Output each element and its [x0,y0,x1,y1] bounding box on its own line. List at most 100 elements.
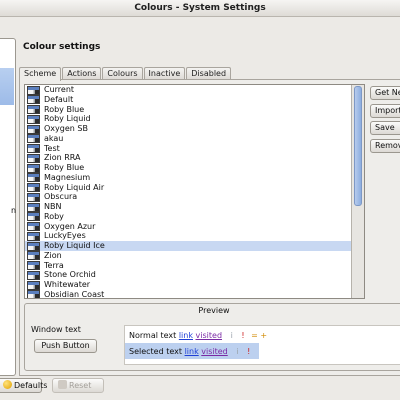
scheme-list-rows: Current Default Roby Blue Roby Liquid Oxygen… [25,85,352,299]
scheme-name: Whitewater [44,280,91,289]
scheme-list-item[interactable]: Roby [25,212,352,222]
scheme-preview-icon [27,251,40,261]
scheme-name: Stone Orchid [44,270,96,280]
scheme-name: Zion RRA [44,153,81,163]
scheme-name: Oxygen Azur [44,221,96,231]
scheme-name: NBN [44,202,62,211]
scheme-name: Obsidian Coast [44,289,105,299]
normal-text: Normal text [129,331,177,340]
scheme-list-item[interactable]: Test [25,144,352,154]
preview-title: Preview [198,306,230,315]
scheme-name: Roby Liquid [44,114,91,124]
reset-button[interactable]: Reset [52,378,104,393]
scheme-list-item[interactable]: Whitewater [25,280,352,290]
scheme-preview-icon [27,222,40,231]
tab-label: Inactive [148,69,181,78]
selected-inactive-mark: i [236,347,239,356]
scheme-preview-icon [27,290,40,298]
scheme-preview-icon [27,212,40,222]
scheme-list-item[interactable]: akau [25,134,352,144]
scheme-list-item[interactable]: Current [25,85,352,95]
sidebar-selected-item[interactable] [0,68,14,105]
scheme-name: Current [44,85,75,94]
sidebar-partial-label: n [11,206,17,215]
defaults-icon [3,380,12,389]
scheme-list-item[interactable]: Oxygen Azur [25,222,352,232]
tab-scheme[interactable]: Scheme [19,67,62,81]
scheme-preview-icon [27,163,40,173]
scheme-name: LuckyEyes [44,231,86,241]
scheme-preview-icon [27,134,40,144]
tab-label: Actions [67,69,97,78]
scheme-list-scrollbar[interactable] [351,85,364,298]
scheme-name: Obscura [44,192,78,202]
scheme-name: Roby Blue [44,163,85,172]
scheme-list-item[interactable]: Oxygen SB [25,124,352,134]
scheme-list-item[interactable]: Roby Liquid [25,114,352,124]
scheme-name: Roby [44,211,64,221]
scrollbar-thumb[interactable] [354,86,362,206]
scheme-name: Test [44,143,60,153]
scheme-list-item[interactable]: Obsidian Coast [25,289,352,299]
scheme-preview-icon [27,261,40,270]
selected-link[interactable]: link [185,347,199,356]
preview-push-button[interactable]: Push Button [34,339,97,353]
scheme-list-item[interactable]: Default [25,95,352,105]
tab-label: Disabled [191,69,227,78]
scheme-preview-icon [27,105,40,114]
window-title: Colours - System Settings [134,3,266,13]
scheme-list-item[interactable]: NBN [25,202,352,212]
scheme-name: Roby Blue [44,104,85,114]
scheme-preview-icon [27,183,40,192]
normal-text-line: Normal text link visited i ! = + [129,331,267,340]
scheme-list[interactable]: Current Default Roby Blue Roby Liquid Oxygen… [24,84,365,299]
scheme-list-item[interactable]: Obscura [25,192,352,202]
scheme-preview-icon [27,144,40,153]
scheme-name: Zion [44,250,62,260]
scheme-name: Terra [44,260,64,270]
neutral-positive-marks: = + [251,331,268,340]
scheme-preview-icon [27,241,40,251]
scheme-name: Default [44,94,74,104]
reset-icon [58,380,67,389]
preview-view-area: Normal text link visited i ! = + Selecte… [124,325,400,365]
defaults-button[interactable]: Defaults [0,378,47,393]
scheme-name: Roby Liquid Air [44,182,105,192]
preview-visited-link[interactable]: visited [196,331,222,340]
scheme-list-item[interactable]: Terra [25,261,352,271]
scheme-preview-icon [27,270,40,280]
scheme-list-item[interactable]: Roby Liquid Air [25,183,352,193]
scheme-list-item[interactable]: Zion [25,251,352,261]
scheme-preview-icon [27,85,40,95]
save-scheme-button[interactable]: Save [370,121,400,135]
scheme-list-item[interactable]: Magnesium [25,173,352,183]
scheme-list-item[interactable]: Roby Blue [25,163,352,173]
scheme-preview-icon [27,202,40,212]
scheme-name: Roby Liquid Ice [44,241,105,250]
scheme-preview-icon [27,173,40,183]
scheme-list-item[interactable]: Roby Liquid Ice [25,241,352,251]
inactive-mark: i [230,331,233,340]
scheme-list-item[interactable]: Stone Orchid [25,270,352,280]
selected-text-line: Selected text link visited i ! [129,347,250,356]
scheme-list-item[interactable]: Roby Blue [25,105,352,115]
scheme-preview-icon [27,192,40,202]
remove-scheme-button[interactable]: Remove [370,139,400,153]
get-new-schemes-button[interactable]: Get New [370,86,400,100]
window-text-label: Window text [31,325,81,334]
tab-label: Colours [107,69,138,78]
scheme-preview-icon [27,280,40,290]
negative-mark: ! [241,331,245,340]
scheme-preview-icon [27,95,40,105]
window-title-bar: Colours - System Settings [0,0,400,17]
selected-negative-mark: ! [247,347,251,356]
scheme-preview-icon [27,231,40,241]
preview-link[interactable]: link [179,331,193,340]
scheme-name: Magnesium [44,172,91,182]
import-scheme-button[interactable]: Import [370,104,400,118]
scheme-list-item[interactable]: Zion RRA [25,153,352,163]
page-title: Colour settings [23,42,101,52]
scheme-list-item[interactable]: LuckyEyes [25,231,352,241]
selected-text: Selected text [129,347,183,356]
selected-visited-link[interactable]: visited [201,347,227,356]
